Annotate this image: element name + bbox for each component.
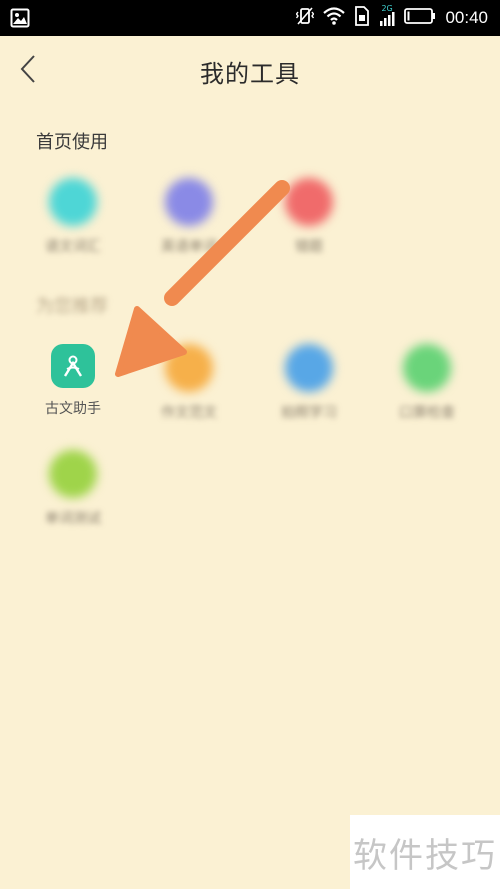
annotation-arrow bbox=[115, 180, 290, 377]
watermark: 软件技巧 bbox=[350, 815, 500, 889]
